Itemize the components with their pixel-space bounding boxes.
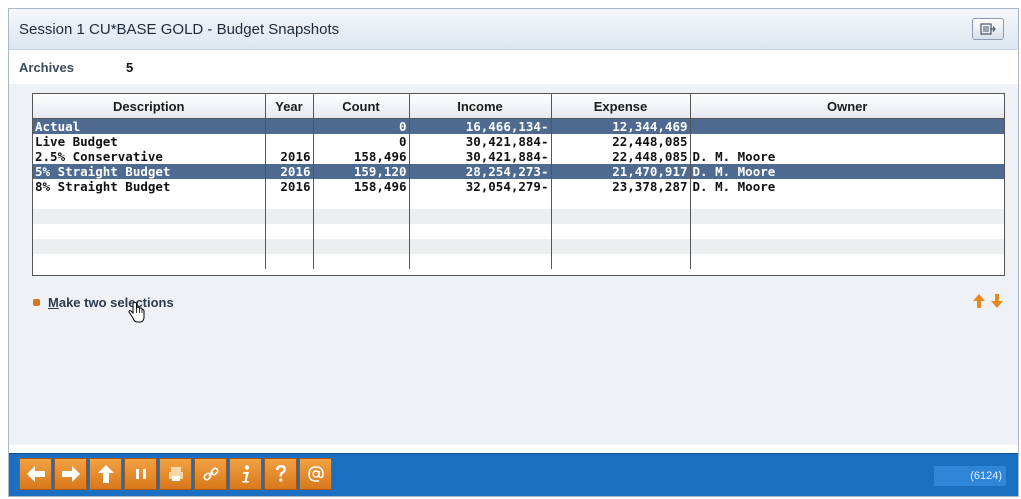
- column-header-year[interactable]: Year: [265, 94, 314, 119]
- empty-row: [33, 209, 1004, 224]
- help-icon: [275, 465, 286, 482]
- table-row[interactable]: 2.5% Conservative 2016 158,496 30,421,88…: [33, 149, 1004, 164]
- cell-description: Actual: [33, 118, 266, 134]
- status-code: (6124): [934, 466, 1006, 486]
- empty-row: [33, 239, 1004, 254]
- cell-income: 30,421,884-: [409, 134, 552, 149]
- help-button[interactable]: [264, 458, 297, 490]
- cell-income: 28,254,273-: [409, 164, 552, 179]
- cell-expense: 22,448,085: [551, 134, 691, 149]
- export-icon: [980, 23, 996, 35]
- back-button[interactable]: [19, 458, 52, 490]
- cell-expense: 21,470,917: [551, 164, 691, 179]
- info-button[interactable]: [229, 458, 262, 490]
- column-header-income[interactable]: Income: [409, 94, 552, 119]
- arrow-left-icon: [26, 466, 45, 482]
- make-two-selections-label: ake two selections: [58, 295, 174, 310]
- cell-description: 2.5% Conservative: [33, 149, 266, 164]
- mnemonic-letter: M: [48, 295, 59, 310]
- printer-icon: [168, 467, 183, 481]
- window-action-button[interactable]: [972, 18, 1004, 40]
- up-button[interactable]: [89, 458, 122, 490]
- cell-owner: D. M. Moore: [690, 164, 1004, 179]
- cell-owner: [690, 134, 1004, 149]
- cell-expense: 12,344,469: [551, 118, 691, 134]
- cell-count: 159,120: [313, 164, 410, 179]
- table-row[interactable]: Live Budget 0 30,421,884- 22,448,085: [33, 134, 1004, 149]
- at-sign-icon: [307, 466, 324, 482]
- hand-cursor-icon: [128, 302, 145, 323]
- cell-owner: [690, 118, 1004, 134]
- snapshots-grid: Description Year Count Income Expense Ow…: [32, 93, 1005, 276]
- table-row[interactable]: 5% Straight Budget 2016 159,120 28,254,2…: [33, 164, 1004, 179]
- table-row[interactable]: Actual 0 16,466,134- 12,344,469: [33, 118, 1004, 134]
- cell-expense: 22,448,085: [551, 149, 691, 164]
- cell-count: 0: [313, 134, 410, 149]
- arrow-up-icon[interactable]: [972, 293, 986, 309]
- row-navigation: [972, 293, 1004, 309]
- column-header-description[interactable]: Description: [33, 94, 266, 119]
- cell-count: 158,496: [313, 179, 410, 194]
- arrow-right-icon: [61, 466, 80, 482]
- column-header-count[interactable]: Count: [313, 94, 410, 119]
- column-header-owner[interactable]: Owner: [690, 94, 1004, 119]
- title-bar: Session 1 CU*BASE GOLD - Budget Snapshot…: [9, 9, 1018, 50]
- empty-row: [33, 224, 1004, 239]
- archives-bar: Archives 5: [9, 50, 1018, 85]
- pause-button[interactable]: [124, 458, 157, 490]
- cell-description: Live Budget: [33, 134, 266, 149]
- cell-income: 16,466,134-: [409, 118, 552, 134]
- app-window: Session 1 CU*BASE GOLD - Budget Snapshot…: [8, 8, 1019, 497]
- cell-year: [265, 118, 314, 134]
- cell-expense: 23,378,287: [551, 179, 691, 194]
- cell-year: 2016: [265, 179, 314, 194]
- table-header-row: Description Year Count Income Expense Ow…: [33, 94, 1004, 119]
- cell-year: 2016: [265, 164, 314, 179]
- email-button[interactable]: [299, 458, 332, 490]
- cell-owner: D. M. Moore: [690, 179, 1004, 194]
- cell-year: 2016: [265, 149, 314, 164]
- cell-owner: D. M. Moore: [690, 149, 1004, 164]
- archives-count: 5: [126, 60, 134, 75]
- cell-count: 158,496: [313, 149, 410, 164]
- link-icon: [202, 467, 219, 481]
- forward-button[interactable]: [54, 458, 87, 490]
- table-row[interactable]: 8% Straight Budget 2016 158,496 32,054,2…: [33, 179, 1004, 194]
- print-button[interactable]: [159, 458, 192, 490]
- footer-toolbar: (6124): [9, 453, 1018, 496]
- cell-year: [265, 134, 314, 149]
- cell-description: 5% Straight Budget: [33, 164, 266, 179]
- cell-description: 8% Straight Budget: [33, 179, 266, 194]
- make-two-selections-link[interactable]: M ake two selections: [33, 295, 174, 310]
- link-button[interactable]: [194, 458, 227, 490]
- archives-label: Archives: [19, 60, 74, 75]
- empty-row: [33, 254, 1004, 269]
- arrow-down-icon[interactable]: [990, 293, 1004, 309]
- arrow-up-icon: [97, 465, 114, 483]
- column-header-expense[interactable]: Expense: [551, 94, 691, 119]
- cell-count: 0: [313, 118, 410, 134]
- window-title: Session 1 CU*BASE GOLD - Budget Snapshot…: [19, 21, 340, 38]
- empty-row: [33, 194, 1004, 209]
- info-icon: [241, 465, 249, 483]
- bullet-icon: [33, 299, 40, 306]
- pause-icon: [135, 469, 146, 479]
- snapshots-table: Description Year Count Income Expense Ow…: [33, 94, 1004, 269]
- cell-income: 32,054,279-: [409, 179, 552, 194]
- cell-income: 30,421,884-: [409, 149, 552, 164]
- main-content: Description Year Count Income Expense Ow…: [9, 84, 1018, 445]
